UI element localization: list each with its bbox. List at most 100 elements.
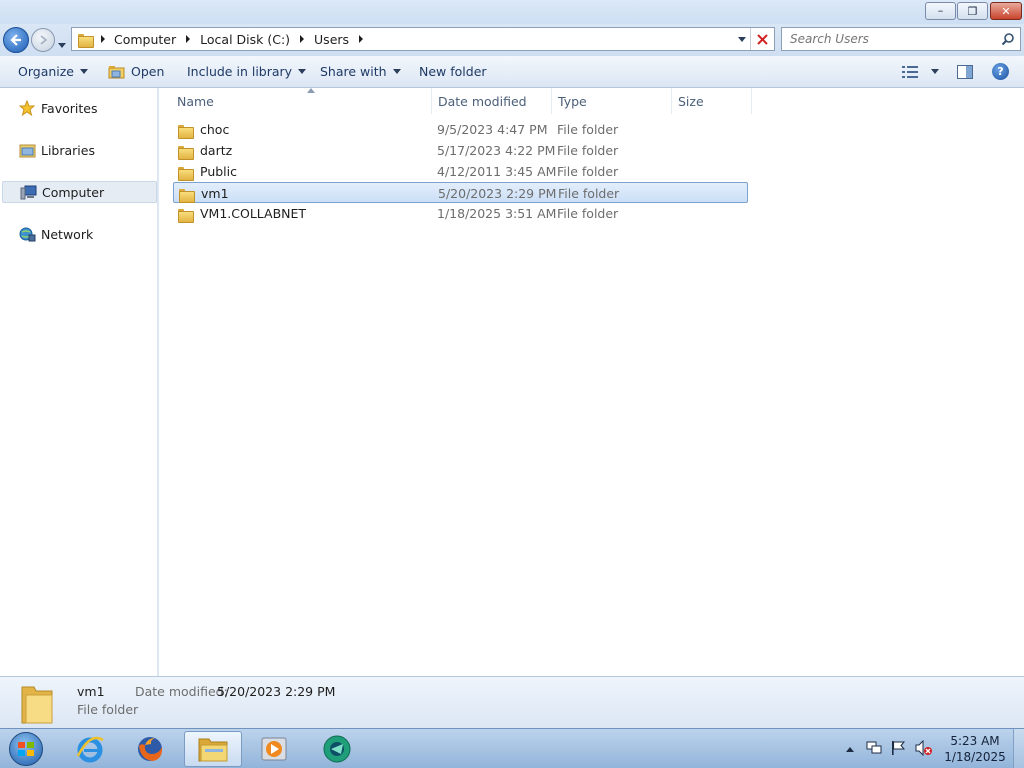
column-header-size[interactable]: Size: [672, 88, 752, 114]
column-header-name[interactable]: Name: [171, 88, 432, 114]
address-bar[interactable]: Computer Local Disk (C:) Users: [71, 27, 775, 51]
globe-app-icon: [323, 735, 351, 763]
command-bar: Organize Open Include in library Share w…: [0, 56, 1024, 88]
clock-date: 1/18/2025: [944, 750, 1006, 764]
folder-icon: [179, 188, 195, 203]
address-history-dropdown[interactable]: [732, 36, 750, 42]
tray-action-center-icon[interactable]: [890, 740, 906, 759]
search-input[interactable]: [790, 32, 1001, 46]
minimize-button[interactable]: –: [925, 2, 956, 20]
file-list: Name Date modified Type Size choc 9/5/202…: [159, 88, 1024, 676]
maximize-button[interactable]: ❐: [957, 2, 988, 20]
forward-arrow-icon: [40, 35, 48, 45]
column-header-label: Size: [678, 93, 704, 109]
breadcrumb-arrow-icon[interactable]: [356, 34, 366, 44]
search-icon[interactable]: [1001, 32, 1015, 46]
help-icon: ?: [992, 63, 1009, 80]
open-button[interactable]: Open: [108, 56, 164, 87]
organize-button[interactable]: Organize: [18, 56, 88, 87]
nav-item-label: Computer: [42, 184, 105, 200]
breadcrumb-arrow-icon[interactable]: [98, 34, 108, 44]
media-player-icon: [261, 737, 287, 761]
navigation-pane: Favorites Libraries Computer Network: [0, 88, 158, 676]
column-header-label: Date modified: [438, 93, 527, 109]
taskbar-windows-explorer[interactable]: [184, 731, 242, 767]
folder-icon: [178, 145, 194, 160]
internet-explorer-icon: [76, 736, 104, 763]
help-button[interactable]: ?: [992, 56, 1009, 87]
chevron-down-icon: [58, 43, 66, 48]
chevron-down-icon: [80, 69, 88, 74]
show-desktop-button[interactable]: [1013, 729, 1024, 768]
nav-item-favorites[interactable]: Favorites: [2, 97, 157, 119]
file-type: File folder: [557, 143, 619, 158]
column-header-label: Name: [177, 93, 214, 109]
folder-icon: [178, 166, 194, 181]
breadcrumb-local-disk[interactable]: Local Disk (C:): [200, 32, 290, 47]
nav-item-libraries[interactable]: Libraries: [2, 139, 157, 161]
view-details-icon: [902, 65, 918, 78]
taskbar: 5:23 AM 1/18/2025: [0, 728, 1024, 768]
refresh-button[interactable]: [750, 28, 774, 50]
taskbar-media-player[interactable]: [245, 731, 303, 767]
file-type: File folder: [557, 122, 619, 137]
nav-item-network[interactable]: Network: [2, 223, 157, 245]
computer-icon: [19, 184, 37, 200]
libraries-icon: [18, 142, 36, 158]
file-date-modified: 5/17/2023 4:22 PM: [437, 143, 556, 158]
sort-up-icon: [307, 88, 315, 93]
taskbar-firefox[interactable]: [121, 731, 179, 767]
show-hidden-icons-button[interactable]: [846, 741, 854, 755]
file-row[interactable]: vm1 5/20/2023 2:29 PM File folder: [173, 182, 748, 203]
navigation-bar: Computer Local Disk (C:) Users: [0, 24, 1024, 56]
breadcrumb-arrow-icon[interactable]: [183, 34, 193, 44]
taskbar-app-globe[interactable]: [308, 731, 366, 767]
file-date-modified: 1/18/2025 3:51 AM: [437, 206, 557, 221]
new-folder-button[interactable]: New folder: [419, 56, 487, 87]
forward-button[interactable]: [31, 28, 55, 52]
tray-volume-muted-icon[interactable]: [915, 739, 933, 759]
nav-item-label: Network: [41, 226, 94, 242]
file-row[interactable]: dartz 5/17/2023 4:22 PM File folder: [173, 140, 748, 161]
chevron-down-icon: [298, 69, 307, 74]
back-button[interactable]: [3, 27, 29, 53]
start-button[interactable]: [6, 730, 46, 768]
open-label: Open: [131, 64, 165, 79]
clock[interactable]: 5:23 AM 1/18/2025: [940, 733, 1010, 765]
preview-pane-button[interactable]: [957, 56, 973, 87]
file-name: choc: [200, 122, 230, 137]
change-view-button[interactable]: [902, 56, 939, 87]
file-date-modified: 9/5/2023 4:47 PM: [437, 122, 548, 137]
column-header-date-modified[interactable]: Date modified: [432, 88, 552, 114]
chevron-up-icon: [846, 747, 854, 752]
file-date-modified: 4/12/2011 3:45 AM: [437, 164, 557, 179]
breadcrumb-computer[interactable]: Computer: [114, 32, 176, 47]
nav-item-computer[interactable]: Computer: [2, 181, 157, 203]
file-row[interactable]: Public 4/12/2011 3:45 AM File folder: [173, 161, 748, 182]
details-date-label: Date modified:: [135, 684, 228, 699]
recent-pages-dropdown[interactable]: [58, 37, 66, 51]
chevron-down-icon[interactable]: [931, 69, 939, 74]
search-box[interactable]: [781, 27, 1021, 51]
restore-icon: ❐: [967, 4, 978, 18]
file-row[interactable]: choc 9/5/2023 4:47 PM File folder: [173, 119, 748, 140]
folder-large-icon: [18, 683, 56, 725]
breadcrumb-arrow-icon[interactable]: [297, 34, 307, 44]
include-in-library-label: Include in library: [187, 64, 293, 79]
close-button[interactable]: ✕: [990, 2, 1022, 20]
include-in-library-button[interactable]: Include in library: [187, 56, 307, 87]
windows-logo-icon: [9, 732, 43, 766]
explorer-icon: [198, 738, 228, 762]
tray-network-icon[interactable]: [866, 740, 882, 759]
taskbar-internet-explorer[interactable]: [61, 731, 119, 767]
nav-item-label: Favorites: [41, 100, 98, 116]
folder-icon: [178, 124, 194, 139]
breadcrumb-users[interactable]: Users: [314, 32, 349, 47]
file-row[interactable]: VM1.COLLABNET 1/18/2025 3:51 AM File folde…: [173, 203, 748, 224]
share-with-button[interactable]: Share with: [320, 56, 401, 87]
file-type: File folder: [557, 164, 619, 179]
file-name: VM1.COLLABNET: [200, 206, 307, 221]
file-type: File folder: [557, 206, 619, 221]
open-folder-icon: [108, 65, 125, 78]
column-header-type[interactable]: Type: [552, 88, 672, 114]
